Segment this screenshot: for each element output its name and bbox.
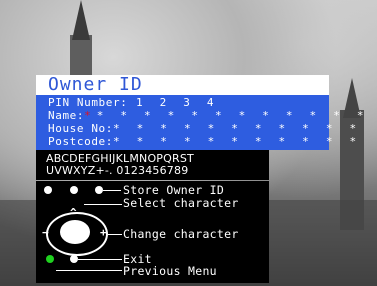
ring-center-icon bbox=[60, 220, 90, 244]
field-list: PIN Number: 1 2 3 4 Name: * * * * * * * … bbox=[36, 95, 363, 150]
plus-icon: + bbox=[100, 226, 107, 239]
title-bar: Owner ID bbox=[36, 75, 329, 95]
field-pin-number[interactable]: PIN Number: 1 2 3 4 bbox=[48, 96, 329, 109]
field-value: * * * * * * * * * * * bbox=[113, 135, 362, 148]
exit-button-icon bbox=[70, 255, 78, 263]
dot-button-icon bbox=[95, 186, 103, 194]
field-postcode[interactable]: Postcode: * * * * * * * * * * * bbox=[48, 135, 356, 148]
minus-icon: − bbox=[42, 226, 49, 239]
field-value: * * * * * * * * * * * * bbox=[96, 109, 369, 122]
green-dot-icon bbox=[46, 255, 54, 263]
cursor-character: * bbox=[84, 109, 91, 122]
character-set: ABCDEFGHIJKLMNOPQRST UVWXYZ+-. 012345678… bbox=[36, 150, 269, 180]
field-label: Postcode: bbox=[48, 135, 114, 148]
field-house-no[interactable]: House No: * * * * * * * * * * * bbox=[48, 122, 356, 135]
field-label: PIN Number: bbox=[48, 96, 128, 109]
field-value: 1 2 3 4 bbox=[136, 96, 219, 109]
legend-change-character: Change character bbox=[123, 227, 239, 241]
chevron-up-icon: ^ bbox=[70, 206, 77, 219]
page-title: Owner ID bbox=[48, 74, 143, 95]
dot-button-icon bbox=[44, 186, 52, 194]
field-name[interactable]: Name: * * * * * * * * * * * * * bbox=[48, 109, 363, 122]
field-value: * * * * * * * * * * * bbox=[113, 122, 362, 135]
owner-id-panel: Owner ID PIN Number: 1 2 3 4 Name: * * *… bbox=[36, 75, 363, 150]
field-label: House No: bbox=[48, 122, 114, 135]
charset-line-2: UVWXYZ+-. 0123456789 bbox=[46, 164, 189, 177]
dot-button-icon bbox=[70, 186, 78, 194]
button-legend: Store Owner ID Select character ^ − + Ch… bbox=[36, 181, 269, 283]
legend-select-character: Select character bbox=[123, 196, 239, 210]
field-label: Name: bbox=[48, 109, 85, 122]
legend-previous-menu: Previous Menu bbox=[123, 264, 217, 278]
